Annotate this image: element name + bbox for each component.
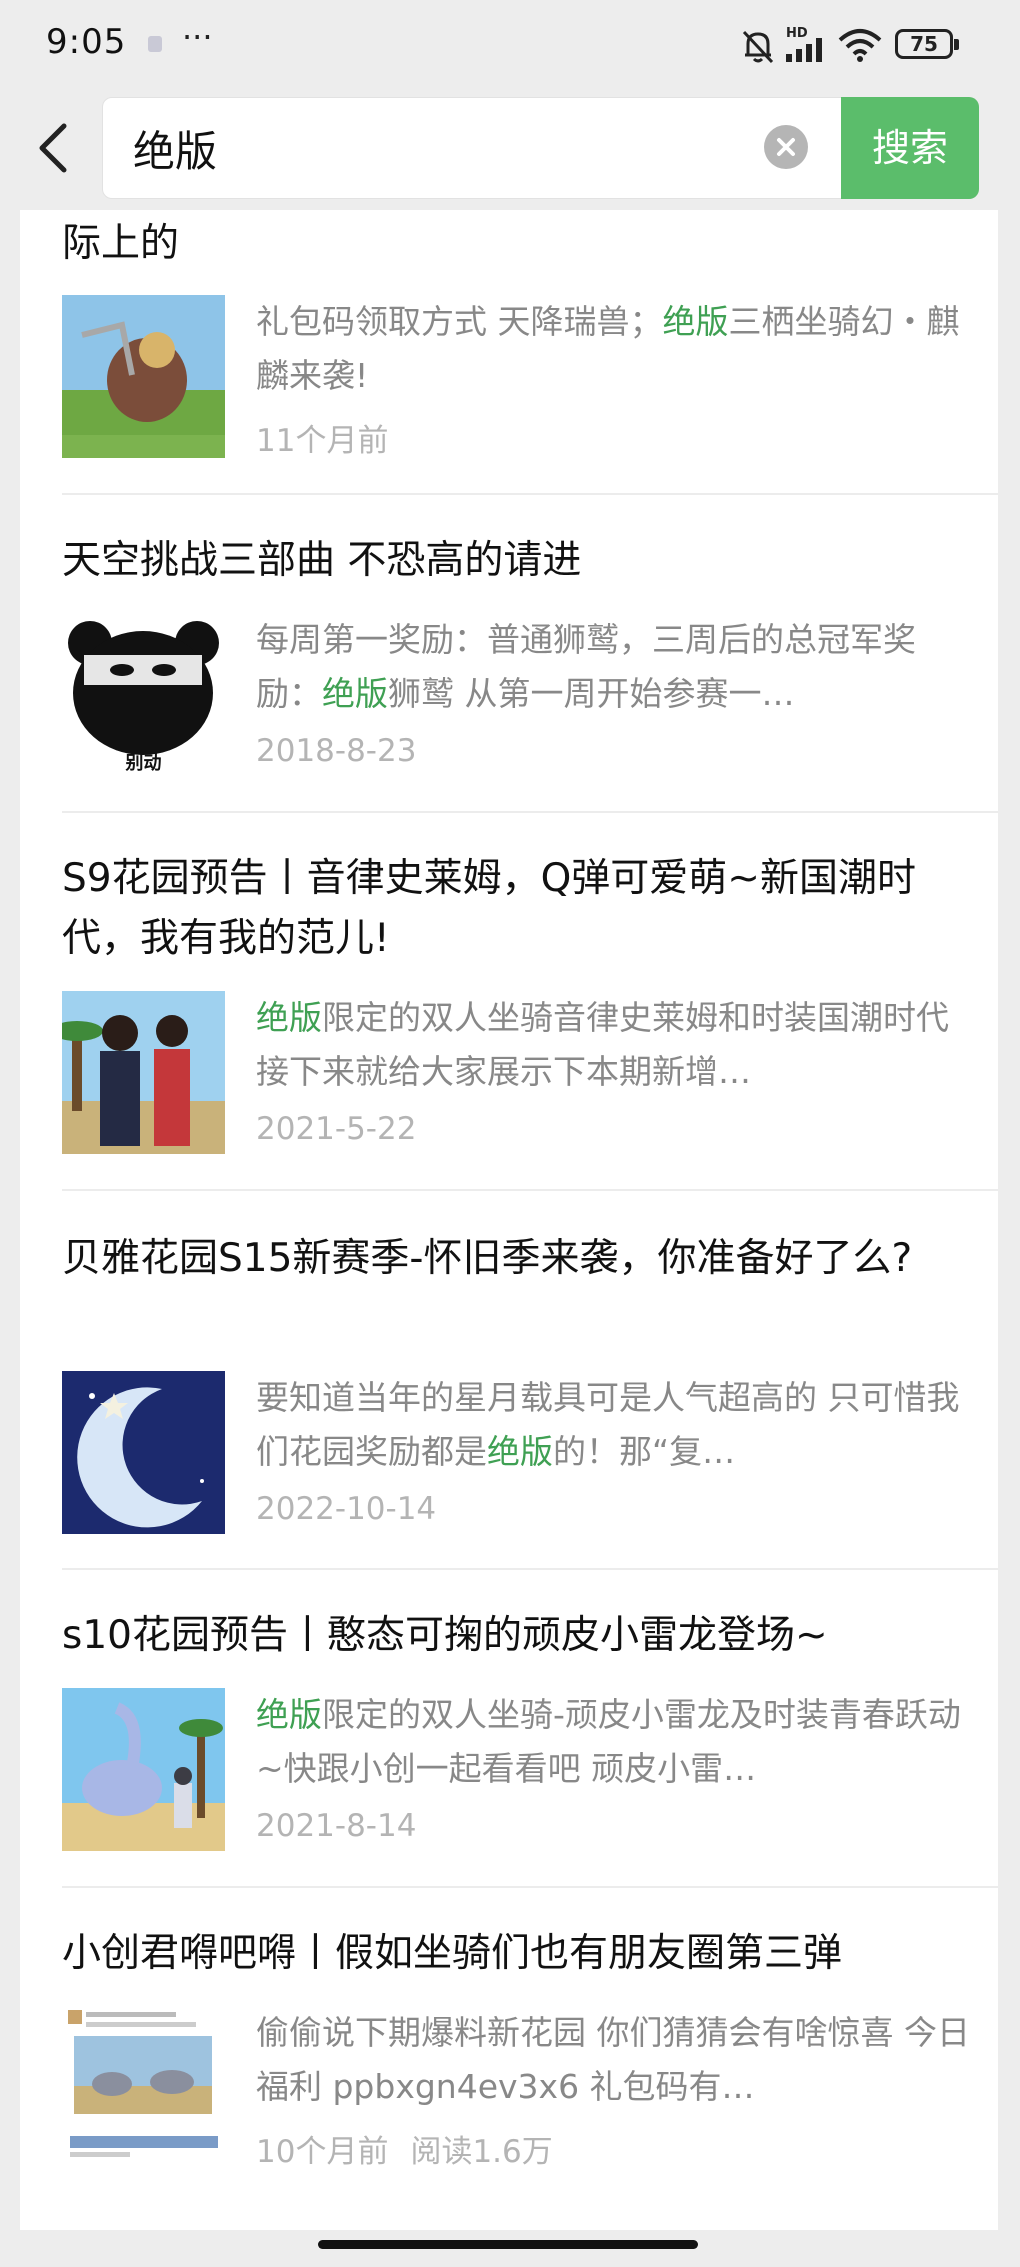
result-snippet: 要知道当年的星月载具可是人气超高的 只可惜我们花园奖励都是绝版的！那“复… — [256, 1378, 960, 1471]
battery-icon: 75 — [895, 29, 959, 59]
result-title: s10花园预告丨憨态可掬的顽皮小雷龙登场~ — [62, 1613, 828, 1658]
search-header: 搜索 — [0, 90, 1020, 210]
home-indicator[interactable] — [318, 2240, 698, 2249]
highlight-keyword: 绝版 — [662, 302, 729, 341]
result-snippet: 礼包码领取方式 天降瑞兽；绝版三栖坐骑幻・麒麟来袭! — [256, 302, 960, 395]
wifi-icon — [838, 29, 882, 62]
result-read-count: 阅读1.6万 — [410, 2134, 553, 2170]
search-box: 搜索 — [102, 97, 979, 199]
result-thumbnail — [62, 1688, 225, 1851]
result-snippet: 偷偷说下期爆料新花园 你们猜猜会有啥惊喜 今日福利 ppbxgn4ev3x6 礼… — [256, 2013, 970, 2106]
close-icon — [777, 138, 795, 156]
result-meta: 10个月前 阅读1.6万 — [256, 2126, 553, 2171]
highlight-keyword: 绝版 — [256, 998, 322, 1037]
status-bar: 9:05 ··· HD 75 — [0, 0, 1020, 90]
result-meta: 2022-10-14 — [256, 1491, 436, 1527]
result-date: 11个月前 — [256, 423, 389, 459]
app-notification-icon — [148, 36, 162, 52]
result-item[interactable]: S9花园预告丨音律史莱姆，Q弹可爱萌~新国潮时代，我有我的范儿! 绝版限定的双人… — [20, 813, 998, 1191]
result-date: 10个月前 — [256, 2134, 389, 2170]
signal-icon — [786, 38, 822, 62]
search-button[interactable]: 搜索 — [841, 97, 979, 199]
result-meta: 11个月前 — [256, 415, 388, 460]
result-date: 2021-5-22 — [256, 1111, 417, 1147]
result-title: 际上的 — [62, 221, 180, 266]
result-title: 贝雅花园S15新赛季-怀旧季来袭，你准备好了么? — [62, 1236, 913, 1281]
result-item[interactable]: s10花园预告丨憨态可掬的顽皮小雷龙登场~ 绝版限定的双人坐骑-顽皮小雷龙及时装… — [20, 1570, 998, 1888]
bell-off-icon — [742, 30, 774, 64]
result-thumbnail — [62, 991, 225, 1154]
result-title: S9花园预告丨音律史莱姆，Q弹可爱萌~新国潮时代，我有我的范儿! — [62, 856, 916, 961]
chevron-left-icon — [39, 123, 67, 173]
result-item[interactable]: 天空挑战三部曲 不恐高的请进 别动 每周第一奖励：普通狮鹫，三周后的总冠军奖励：… — [20, 495, 998, 813]
result-item[interactable]: 小创君嘚吧嘚丨假如坐骑们也有朋友圈第三弹 偷偷说下期爆料新花园 你们猜猜会有啥惊… — [20, 1888, 998, 2230]
result-date: 2021-8-14 — [256, 1808, 417, 1844]
clear-button[interactable] — [764, 125, 808, 169]
result-meta: 2021-8-14 — [256, 1808, 416, 1844]
result-snippet: 绝版限定的双人坐骑-顽皮小雷龙及时装青春跃动~快跟小创一起看看吧 顽皮小雷… — [256, 1695, 961, 1788]
result-snippet: 绝版限定的双人坐骑音律史莱姆和时装国潮时代 接下来就给大家展示下本期新增… — [256, 998, 949, 1091]
result-meta: 2021-5-22 — [256, 1111, 416, 1147]
result-title: 小创君嘚吧嘚丨假如坐骑们也有朋友圈第三弹 — [62, 1931, 843, 1976]
search-input[interactable] — [133, 120, 773, 176]
search-results-list: 际上的 礼包码领取方式 天降瑞兽；绝版三栖坐骑幻・麒麟来袭! 11个月前 天空挑… — [20, 210, 998, 2230]
thumbnail-caption: 别动 — [125, 753, 162, 774]
result-item[interactable]: 际上的 礼包码领取方式 天降瑞兽；绝版三栖坐骑幻・麒麟来袭! 11个月前 — [20, 210, 998, 495]
result-thumbnail — [62, 295, 225, 458]
more-notifications-icon: ··· — [182, 18, 213, 56]
status-time: 9:05 — [46, 22, 127, 62]
result-thumbnail — [62, 2006, 225, 2169]
highlight-keyword: 绝版 — [322, 674, 388, 713]
result-date: 2018-8-23 — [256, 733, 417, 769]
result-snippet: 每周第一奖励：普通狮鹫，三周后的总冠军奖励：绝版狮鹫 从第一周开始参赛一… — [256, 620, 916, 713]
result-meta: 2018-8-23 — [256, 733, 416, 769]
back-button[interactable] — [28, 116, 84, 180]
highlight-keyword: 绝版 — [256, 1695, 322, 1734]
result-item[interactable]: 贝雅花园S15新赛季-怀旧季来袭，你准备好了么? 要知道当年的星月载具可是人气超… — [20, 1191, 998, 1570]
result-date: 2022-10-14 — [256, 1491, 437, 1527]
result-thumbnail — [62, 1371, 225, 1534]
highlight-keyword: 绝版 — [487, 1432, 553, 1471]
result-title: 天空挑战三部曲 不恐高的请进 — [62, 538, 582, 583]
result-thumbnail: 别动 — [62, 613, 225, 776]
